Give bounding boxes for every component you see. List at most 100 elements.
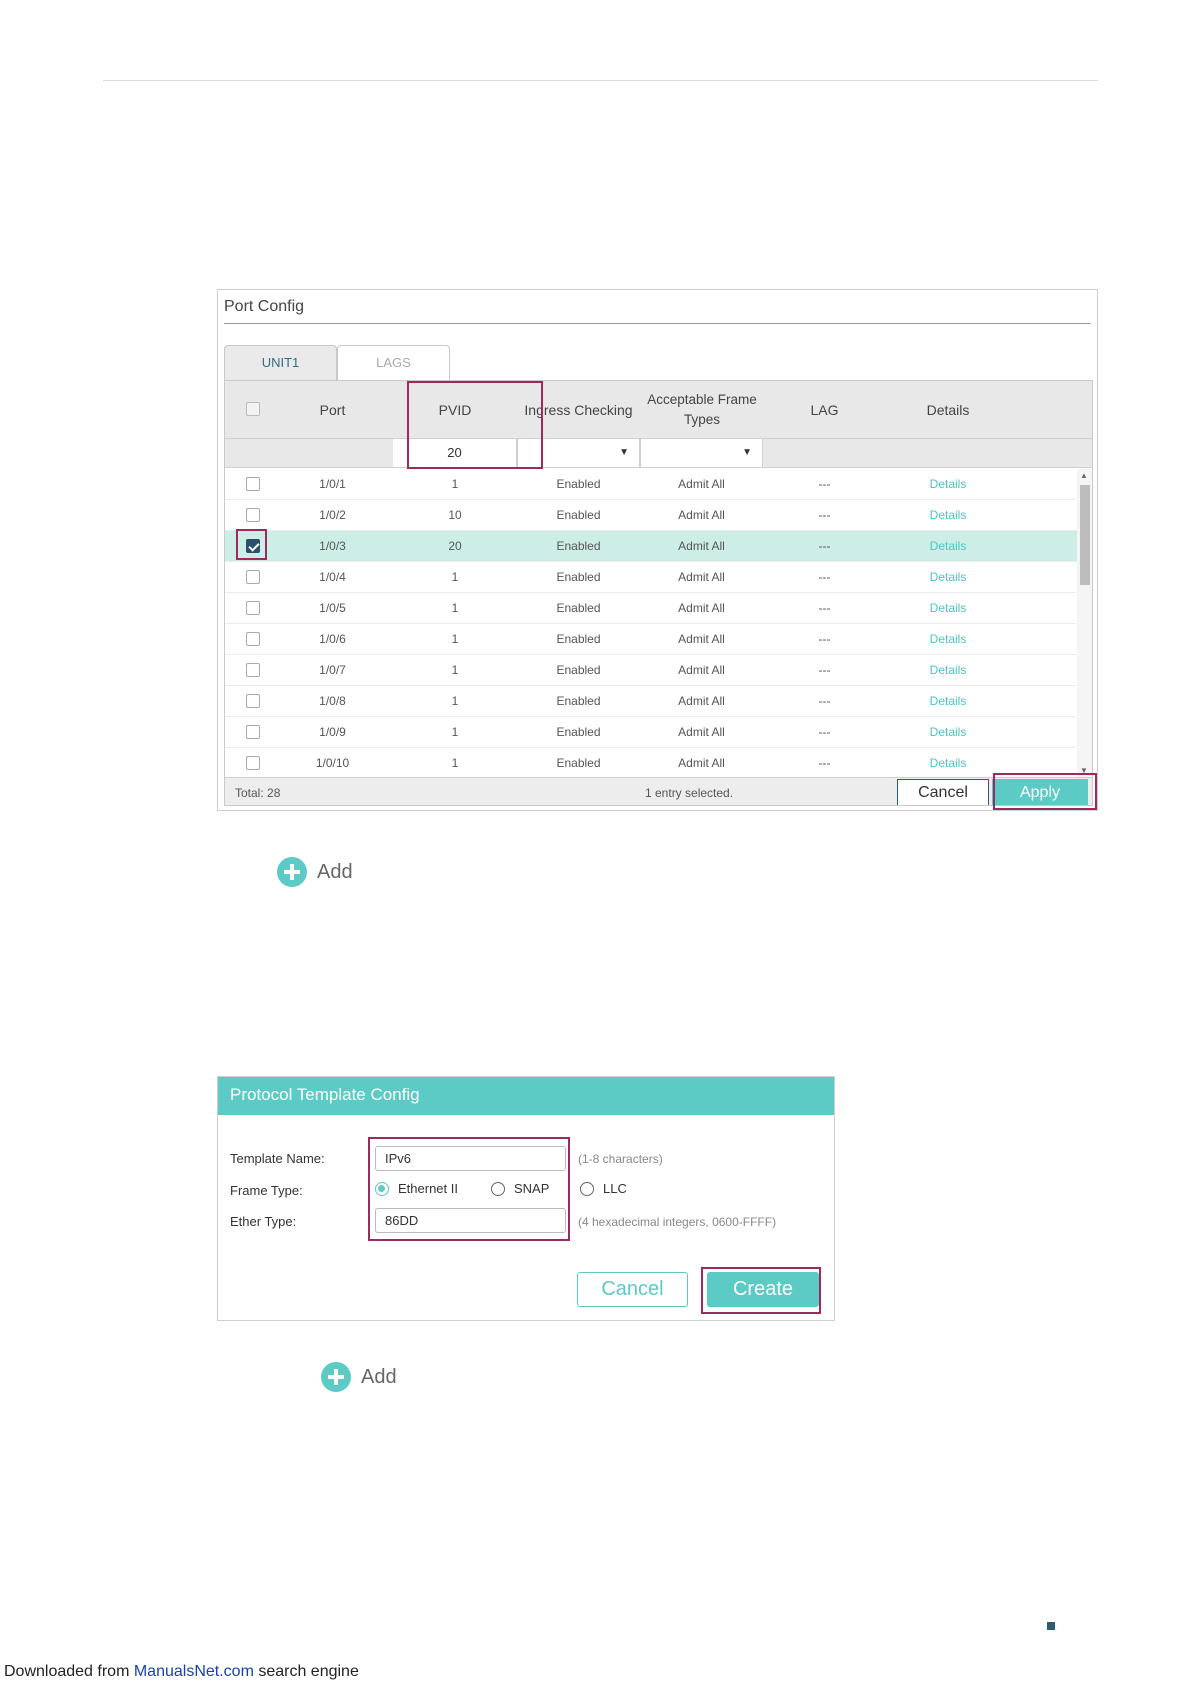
pvid-filter-input[interactable]: 20 [393,439,517,467]
pvid-cell: 1 [451,477,459,491]
port-config-title: Port Config [224,298,305,315]
pvid-cell: 20 [448,539,462,553]
lag-cell: --- [818,663,831,677]
frame-types-cell: Admit All [678,508,725,522]
frame-types-select[interactable]: ▼ [640,439,763,467]
table-row[interactable]: 1/0/5 1 Enabled Admit All --- Details [225,593,1077,624]
protocol-template-title: Protocol Template Config [218,1077,834,1115]
ingress-cell: Enabled [556,477,601,491]
row-checkbox[interactable] [246,663,260,677]
lag-cell: --- [818,508,831,522]
lag-cell: --- [818,477,831,491]
ether-type-input[interactable]: 86DD [375,1208,566,1233]
ingress-cell: Enabled [556,725,601,739]
dropdown-arrow-icon: ▼ [742,447,752,458]
manualsnet-link[interactable]: ManualsNet.com [134,1663,254,1680]
row-checkbox[interactable] [246,570,260,584]
filter-row: 20 ▼ ▼ [225,438,1092,468]
lag-cell: --- [818,539,831,553]
row-checkbox[interactable] [246,601,260,615]
radio-label: SNAP [514,1181,550,1196]
create-button[interactable]: Create [707,1272,819,1307]
table-row[interactable]: 1/0/6 1 Enabled Admit All --- Details [225,624,1077,655]
pvid-filter-value: 20 [447,445,462,460]
cancel-button[interactable]: Cancel [897,779,989,805]
ether-type-hint: (4 hexadecimal integers, 0600-FFFF) [578,1215,777,1229]
pvid-cell: 1 [451,632,459,646]
details-link[interactable]: Details [886,593,1010,624]
ingress-cell: Enabled [556,539,601,553]
table-scrollbar[interactable]: ▲ ▼ [1077,469,1092,777]
details-link[interactable]: Details [886,531,1010,562]
table-row[interactable]: 1/0/9 1 Enabled Admit All --- Details [225,717,1077,748]
cancel-button[interactable]: Cancel [577,1272,688,1307]
frame-type-label: Frame Type: [230,1183,303,1198]
template-name-input[interactable]: IPv6 [375,1146,566,1171]
table-body: 1/0/1 1 Enabled Admit All --- Details 1/0/2 10 E… [225,469,1077,779]
column-pvid: PVID [438,401,472,418]
port-cell: 1/0/10 [315,756,350,770]
column-acceptable-frame-types: Acceptable Frame Types [647,391,757,427]
row-checkbox[interactable] [246,477,260,491]
row-checkbox[interactable] [246,756,260,770]
radio-snap[interactable]: SNAP [491,1181,549,1196]
protocol-template-config-panel: Protocol Template Config Template Name: … [217,1076,835,1321]
add-button[interactable]: Add [321,1362,397,1392]
details-link[interactable]: Details [886,624,1010,655]
lag-cell: --- [818,694,831,708]
apply-button[interactable]: Apply [992,779,1088,805]
details-link[interactable]: Details [886,717,1010,748]
pvid-cell: 1 [451,694,459,708]
radio-label: Ethernet II [398,1181,458,1196]
scroll-up-icon[interactable]: ▲ [1080,471,1088,480]
ingress-checking-select[interactable]: ▼ [517,439,640,467]
table-row[interactable]: 1/0/4 1 Enabled Admit All --- Details [225,562,1077,593]
table-row[interactable]: 1/0/3 20 Enabled Admit All --- Details [225,531,1077,562]
details-link[interactable]: Details [886,686,1010,717]
tab-lags[interactable]: LAGS [337,345,450,381]
lag-cell: --- [818,632,831,646]
port-cell: 1/0/2 [319,508,346,522]
add-button[interactable]: Add [277,857,353,887]
row-checkbox[interactable] [246,694,260,708]
add-icon [277,857,307,887]
add-icon [321,1362,351,1392]
radio-ethernet-ii[interactable]: Ethernet II [375,1181,458,1196]
tab-unit1[interactable]: UNIT1 [224,345,337,381]
frame-types-cell: Admit All [678,694,725,708]
add-label: Add [317,860,353,883]
select-all-checkbox[interactable] [246,402,260,416]
radio-llc[interactable]: LLC [580,1181,627,1196]
table-row[interactable]: 1/0/8 1 Enabled Admit All --- Details [225,686,1077,717]
table-row[interactable]: 1/0/2 10 Enabled Admit All --- Details [225,500,1077,531]
dropdown-arrow-icon: ▼ [619,447,629,458]
ingress-cell: Enabled [556,663,601,677]
template-name-label: Template Name: [230,1151,325,1166]
row-checkbox[interactable] [246,508,260,522]
row-checkbox[interactable] [246,539,260,553]
table-row[interactable]: 1/0/7 1 Enabled Admit All --- Details [225,655,1077,686]
total-count: Total: 28 [235,786,281,800]
pvid-cell: 1 [451,601,459,615]
frame-types-cell: Admit All [678,570,725,584]
ingress-cell: Enabled [556,694,601,708]
frame-types-cell: Admit All [678,756,725,770]
table-row[interactable]: 1/0/1 1 Enabled Admit All --- Details [225,469,1077,500]
column-ingress-checking: Ingress Checking [524,401,633,418]
details-link[interactable]: Details [886,748,1010,779]
frame-types-cell: Admit All [678,539,725,553]
table-row[interactable]: 1/0/10 1 Enabled Admit All --- Details [225,748,1077,779]
details-link[interactable]: Details [886,500,1010,531]
row-checkbox[interactable] [246,632,260,646]
page-marker [1047,1622,1055,1630]
column-details: Details [926,401,970,418]
details-link[interactable]: Details [886,562,1010,593]
scroll-down-icon[interactable]: ▼ [1080,766,1088,775]
details-link[interactable]: Details [886,655,1010,686]
pvid-cell: 1 [451,663,459,677]
table-header: Port PVID Ingress Checking Acceptable Fr… [225,381,1092,438]
row-checkbox[interactable] [246,725,260,739]
scroll-thumb[interactable] [1080,485,1090,585]
details-link[interactable]: Details [886,469,1010,500]
column-lag: LAG [810,401,839,418]
